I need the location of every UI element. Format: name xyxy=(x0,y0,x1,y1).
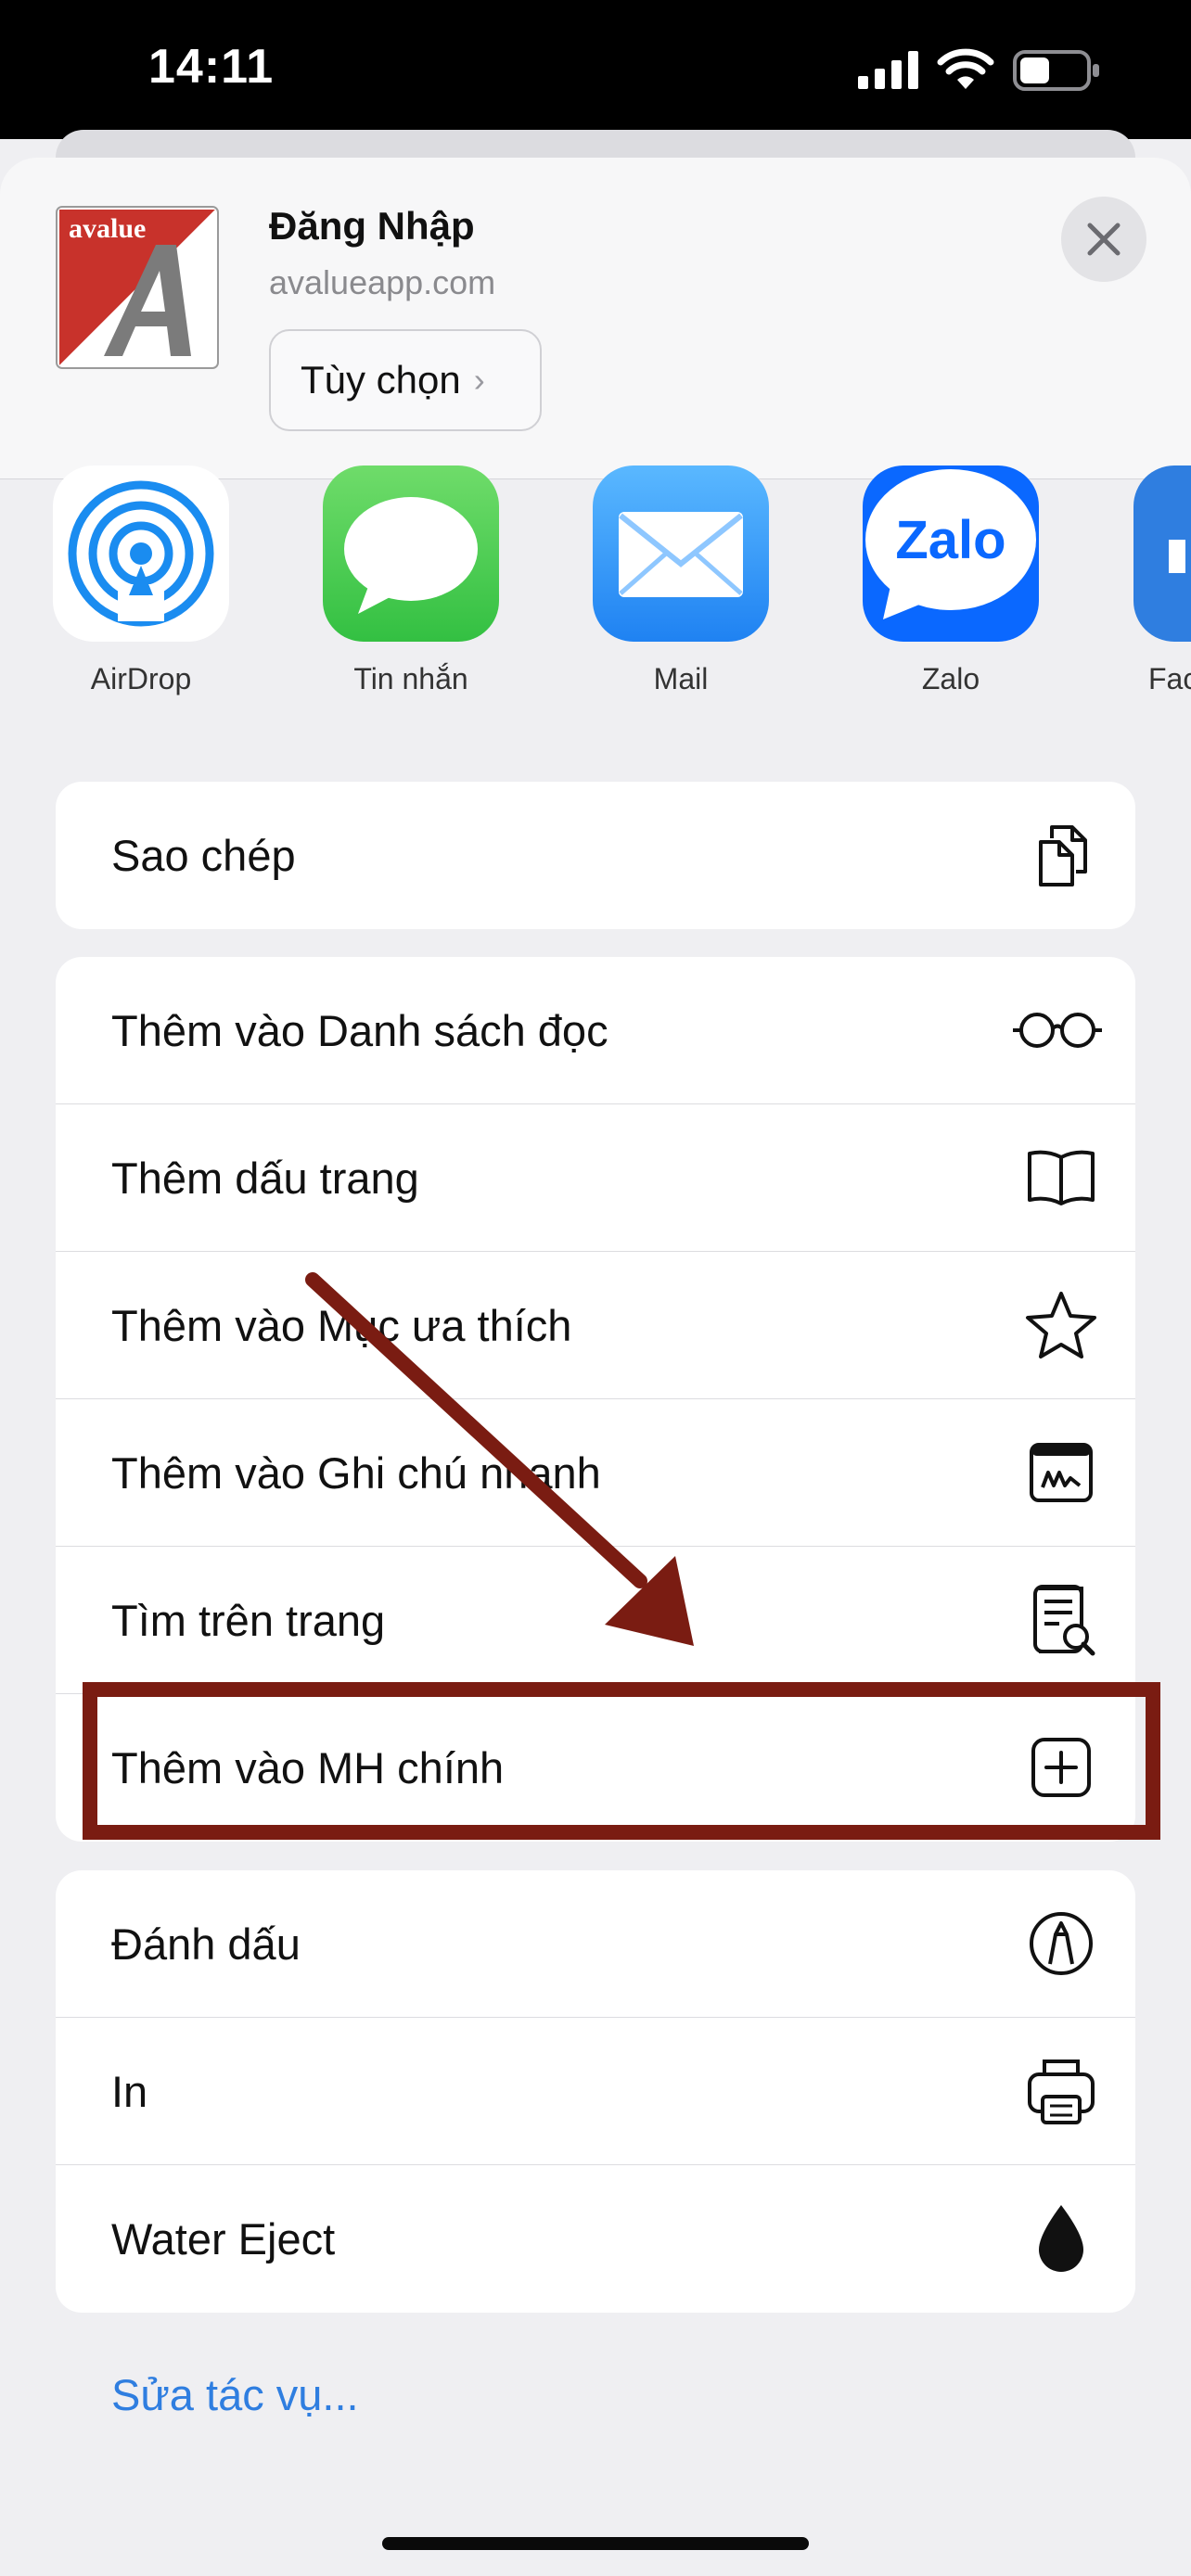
battery-icon xyxy=(1013,50,1099,91)
action-label: Thêm vào Ghi chú nhanh xyxy=(111,1448,601,1498)
glasses-icon xyxy=(1013,1013,1102,1048)
messages-icon xyxy=(344,497,478,614)
app-label: Tin nhắn xyxy=(353,662,468,695)
action-group-copy: Sao chép xyxy=(56,782,1135,929)
status-time: 14:11 xyxy=(148,40,275,94)
zalo-icon: Zalo xyxy=(865,469,1036,619)
action-copy[interactable]: Sao chép xyxy=(56,782,1135,929)
action-add-favorites[interactable]: Thêm vào Mục ưa thích xyxy=(56,1252,1135,1399)
book-icon xyxy=(1028,1150,1095,1205)
action-label: Đánh dấu xyxy=(111,1919,301,1969)
printer-icon xyxy=(1028,2060,1095,2124)
action-label: In xyxy=(111,2067,148,2116)
action-reading-list[interactable]: Thêm vào Danh sách đọc xyxy=(56,957,1135,1104)
app-messages[interactable]: Tin nhắn xyxy=(318,465,504,696)
copy-icon xyxy=(1039,825,1087,886)
find-on-page-icon xyxy=(1033,1585,1095,1656)
app-mail[interactable]: Mail xyxy=(588,465,774,696)
app-label: AirDrop xyxy=(90,662,192,695)
logo-text: avalue xyxy=(69,213,146,244)
action-print[interactable]: In xyxy=(56,2018,1135,2165)
options-label: Tùy chọn xyxy=(301,358,461,402)
action-label: Tìm trên trang xyxy=(111,1596,386,1645)
wifi-icon xyxy=(937,48,994,89)
facebook-icon xyxy=(1169,540,1185,573)
mail-icon xyxy=(619,512,743,597)
quick-note-icon xyxy=(1030,1443,1093,1502)
action-label: Thêm dấu trang xyxy=(111,1154,419,1203)
chevron-right-icon: › xyxy=(473,361,485,399)
markup-icon xyxy=(1030,1912,1093,1975)
cellular-signal-icon xyxy=(858,51,918,89)
home-indicator[interactable] xyxy=(382,2537,809,2550)
action-quick-note[interactable]: Thêm vào Ghi chú nhanh xyxy=(56,1399,1135,1547)
app-facebook[interactable]: Fac xyxy=(1128,465,1191,696)
share-header: avalue Đăng Nhập avalueapp.com Tùy chọn … xyxy=(0,158,1191,479)
water-drop-icon xyxy=(1039,2205,1083,2272)
action-label: Water Eject xyxy=(111,2214,336,2264)
close-icon xyxy=(1087,223,1121,256)
star-icon xyxy=(1026,1292,1096,1358)
close-button[interactable] xyxy=(1061,197,1146,282)
action-label: Thêm vào Mục ưa thích xyxy=(111,1301,572,1350)
edit-actions-link[interactable]: Sửa tác vụ... xyxy=(111,2369,359,2420)
action-markup[interactable]: Đánh dấu xyxy=(56,1870,1135,2018)
options-button[interactable]: Tùy chọn › xyxy=(269,329,542,431)
airdrop-icon xyxy=(68,480,214,627)
app-label: Zalo xyxy=(921,662,980,695)
app-label: Mail xyxy=(653,662,709,695)
action-find-on-page[interactable]: Tìm trên trang xyxy=(56,1547,1135,1694)
share-sheet: avalue Đăng Nhập avalueapp.com Tùy chọn … xyxy=(0,158,1191,2576)
app-zalo[interactable]: Zalo Zalo xyxy=(858,465,1044,696)
highlight-box xyxy=(83,1682,1160,1840)
action-label: Sao chép xyxy=(111,831,296,880)
page-title: Đăng Nhập xyxy=(269,204,475,248)
app-airdrop[interactable]: AirDrop xyxy=(48,465,234,696)
action-group-tools: Đánh dấu In Water Eject xyxy=(56,1870,1135,2313)
action-add-bookmark[interactable]: Thêm dấu trang xyxy=(56,1104,1135,1252)
page-domain: avalueapp.com xyxy=(269,263,496,301)
action-label: Thêm vào Danh sách đọc xyxy=(111,1006,608,1055)
site-logo: avalue xyxy=(56,206,219,369)
zalo-icon-text: Zalo xyxy=(895,510,1005,570)
status-bar: 14:11 xyxy=(0,0,1191,139)
app-label: Fac xyxy=(1148,662,1191,695)
action-water-eject[interactable]: Water Eject xyxy=(56,2165,1135,2313)
